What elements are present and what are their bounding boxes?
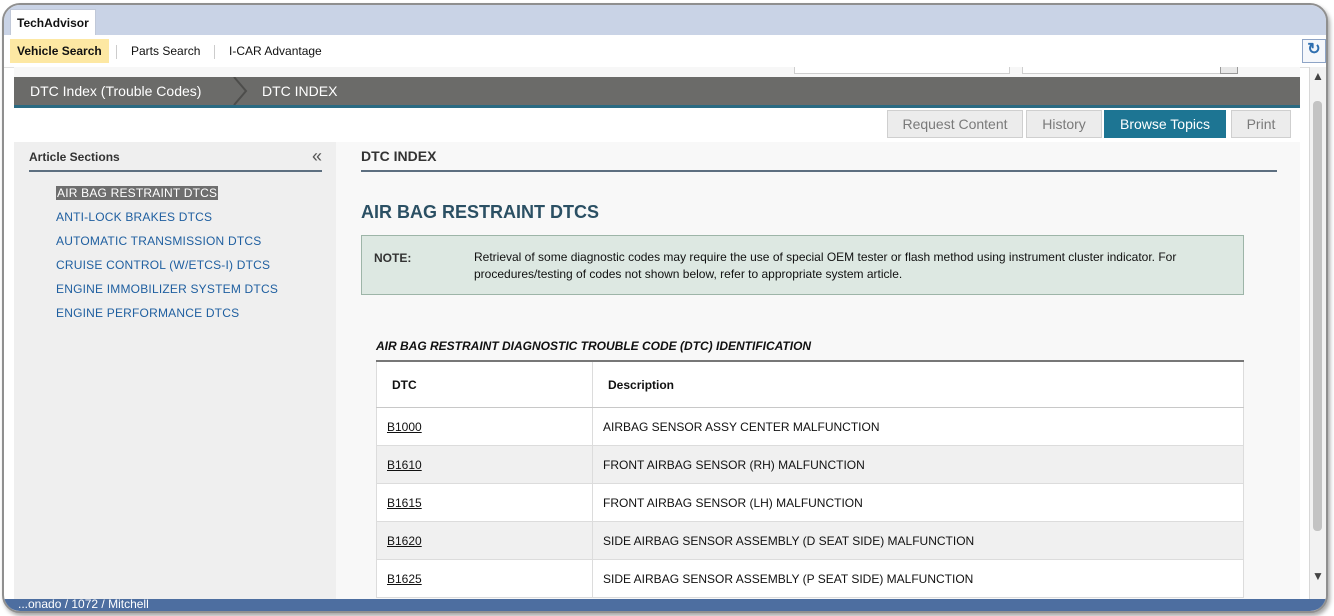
table-row: B1000 AIRBAG SENSOR ASSY CENTER MALFUNCT… <box>376 408 1244 446</box>
description-cell: SIDE AIRBAG SENSOR ASSEMBLY (P SEAT SIDE… <box>593 560 1244 597</box>
breadcrumb-item-dtc-index[interactable]: DTC INDEX <box>262 77 337 105</box>
request-content-button[interactable]: Request Content <box>887 110 1023 138</box>
dtc-link[interactable]: B1625 <box>387 572 422 586</box>
status-bar: ...onado / 1072 / Mitchell <box>4 597 1326 611</box>
content-toolbar: Request Content History Browse Topics Pr… <box>14 108 1300 142</box>
dtc-cell: B1620 <box>376 522 593 559</box>
dtc-link[interactable]: B1615 <box>387 496 422 510</box>
table-row: B1615 FRONT AIRBAG SENSOR (LH) MALFUNCTI… <box>376 484 1244 522</box>
description-cell: SIDE AIRBAG SENSOR ASSEMBLY (D SEAT SIDE… <box>593 522 1244 559</box>
sidebar-header: Article Sections « <box>29 146 322 172</box>
sidebar-item-automatic-transmission[interactable]: AUTOMATIC TRANSMISSION DTCS <box>56 234 261 248</box>
table-row: B1620 SIDE AIRBAG SENSOR ASSEMBLY (D SEA… <box>376 522 1244 560</box>
scroll-down-icon[interactable]: ▼ <box>1312 569 1324 583</box>
search-field-partial[interactable] <box>794 67 1010 74</box>
dtc-link[interactable]: B1610 <box>387 458 422 472</box>
column-header-dtc: DTC <box>376 362 593 407</box>
table-row: B1625 SIDE AIRBAG SENSOR ASSEMBLY (P SEA… <box>376 560 1244 598</box>
description-cell: FRONT AIRBAG SENSOR (RH) MALFUNCTION <box>593 446 1244 483</box>
top-nav: Vehicle Search Parts Search I-CAR Advant… <box>4 35 1326 68</box>
refresh-icon: ↻ <box>1307 41 1321 58</box>
print-button[interactable]: Print <box>1231 110 1291 138</box>
sidebar-title: Article Sections <box>29 150 120 164</box>
sidebar-item-engine-performance[interactable]: ENGINE PERFORMANCE DTCS <box>56 306 239 320</box>
sidebar-item-cruise-control[interactable]: CRUISE CONTROL (W/ETCS-I) DTCS <box>56 258 270 272</box>
nav-divider <box>214 45 215 59</box>
nav-vehicle-search[interactable]: Vehicle Search <box>10 39 109 63</box>
note-text: Retrieval of some diagnostic codes may r… <box>474 250 1177 281</box>
collapse-sidebar-icon[interactable]: « <box>312 146 322 167</box>
table-row: B1610 FRONT AIRBAG SENSOR (RH) MALFUNCTI… <box>376 446 1244 484</box>
section-title: AIR BAG RESTRAINT DTCS <box>361 202 599 222</box>
description-cell: AIRBAG SENSOR ASSY CENTER MALFUNCTION <box>593 408 1244 445</box>
history-button[interactable]: History <box>1026 110 1102 138</box>
sidebar-item-anti-lock-brakes[interactable]: ANTI-LOCK BRAKES DTCS <box>56 210 212 224</box>
refresh-button[interactable]: ↻ <box>1302 39 1326 63</box>
nav-icar-advantage[interactable]: I-CAR Advantage <box>222 39 329 63</box>
dtc-cell: B1615 <box>376 484 593 521</box>
status-text: ...onado / 1072 / Mitchell <box>18 597 149 611</box>
browse-topics-button[interactable]: Browse Topics <box>1104 110 1226 138</box>
article-content: DTC INDEX AIR BAG RESTRAINT DTCS NOTE: R… <box>336 142 1300 600</box>
nav-parts-search[interactable]: Parts Search <box>124 39 207 63</box>
sidebar-item-air-bag-restraint[interactable]: AIR BAG RESTRAINT DTCS <box>56 186 219 200</box>
article-sections-sidebar: Article Sections « AIR BAG RESTRAINT DTC… <box>14 142 336 600</box>
dtc-link[interactable]: B1620 <box>387 534 422 548</box>
dtc-link[interactable]: B1000 <box>387 420 422 434</box>
dtc-table: DTC Description B1000 AIRBAG SENSOR ASSY… <box>376 360 1244 598</box>
dtc-cell: B1610 <box>376 446 593 483</box>
breadcrumb-item-dtc-index-trouble-codes[interactable]: DTC Index (Trouble Codes) <box>30 77 201 105</box>
column-header-description: Description <box>593 362 1244 407</box>
content-header: DTC INDEX <box>361 148 1277 172</box>
dtc-cell: B1000 <box>376 408 593 445</box>
table-header-row: DTC Description <box>376 362 1244 408</box>
vertical-scrollbar[interactable]: ▲ ▼ <box>1309 67 1326 599</box>
scroll-up-icon[interactable]: ▲ <box>1312 69 1324 83</box>
sidebar-item-engine-immobilizer[interactable]: ENGINE IMMOBILIZER SYSTEM DTCS <box>56 282 278 296</box>
table-title: AIR BAG RESTRAINT DIAGNOSTIC TROUBLE COD… <box>376 339 812 353</box>
nav-divider <box>116 45 117 59</box>
note-box: NOTE: Retrieval of some diagnostic codes… <box>361 235 1244 295</box>
app-title-tab[interactable]: TechAdvisor <box>10 9 96 36</box>
search-field-partial[interactable] <box>1022 67 1238 74</box>
scrollbar-thumb[interactable] <box>1313 101 1322 531</box>
dropdown-button-partial[interactable] <box>1220 67 1238 74</box>
breadcrumb: DTC Index (Trouble Codes) DTC INDEX <box>14 77 1300 108</box>
note-label: NOTE: <box>374 251 412 265</box>
title-bar: TechAdvisor <box>4 5 1326 36</box>
description-cell: FRONT AIRBAG SENSOR (LH) MALFUNCTION <box>593 484 1244 521</box>
dtc-cell: B1625 <box>376 560 593 597</box>
app-window: TechAdvisor Vehicle Search Parts Search … <box>2 3 1328 613</box>
